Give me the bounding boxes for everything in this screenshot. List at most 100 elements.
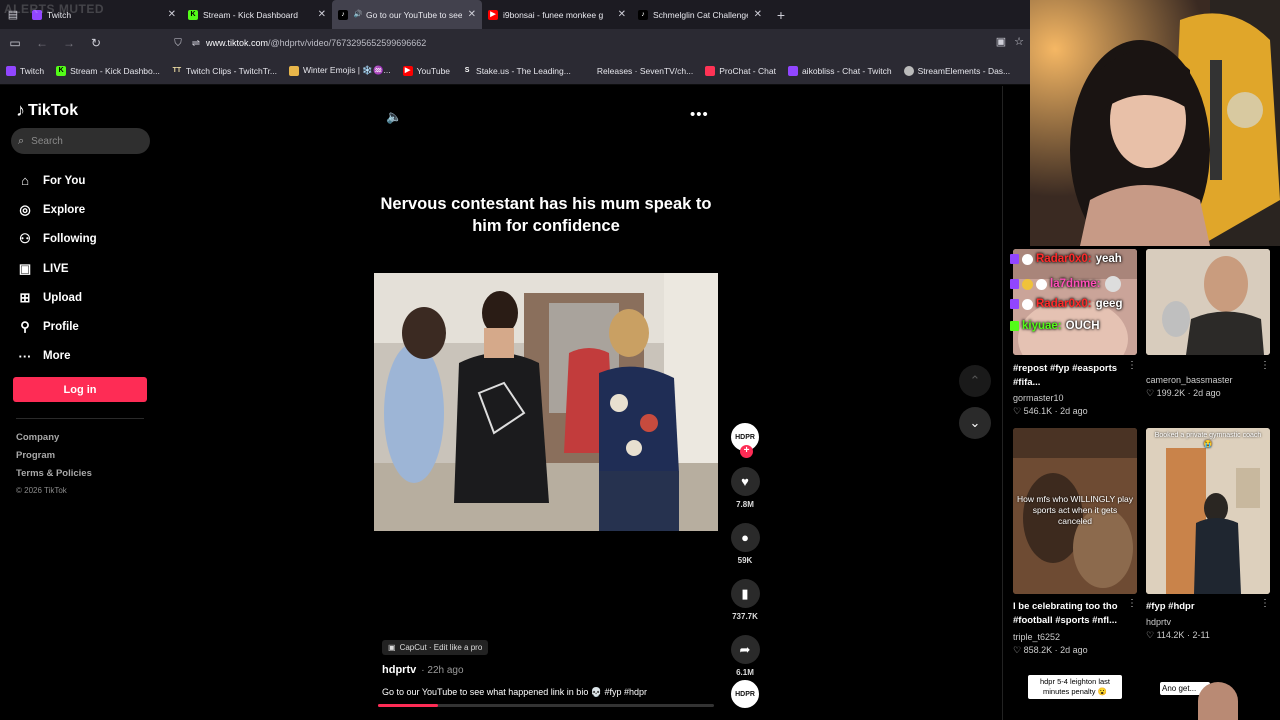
tiktok-logo[interactable]: ♪ TikTok	[16, 100, 78, 121]
webcam-image	[1030, 0, 1280, 246]
rec-video-thumbnail[interactable]: How mfs who WILLINGLY play sports act wh…	[1013, 428, 1137, 594]
more-options-icon[interactable]: ⋮	[1260, 598, 1270, 609]
share-count: 6.1M	[736, 668, 754, 677]
bookmark-label: StreamElements - Das...	[917, 65, 1011, 76]
close-icon[interactable]: ✕	[468, 9, 476, 20]
nav-label: Explore	[43, 203, 86, 216]
bookmark-label: Twitch Clips - TwitchTr...	[185, 65, 278, 76]
more-options-icon[interactable]: ⋮	[1260, 360, 1270, 371]
tab-youtube[interactable]: ▶ i9bonsai - funee monkee g ✕	[482, 0, 632, 29]
avatar-text: HDPR	[735, 690, 755, 698]
share-action[interactable]: ➦ 6.1M	[729, 635, 761, 677]
bookmark-item[interactable]: TT Twitch Clips - TwitchTr...	[172, 66, 277, 76]
bookmark-item[interactable]: StreamElements - Das...	[903, 65, 1011, 76]
rec-thumb-overlay-text[interactable]: hdpr 5-4 leighton last minutes penalty 😮	[1028, 675, 1122, 699]
program-link[interactable]: Program	[16, 450, 92, 468]
bookmark-item[interactable]: Twitch	[6, 65, 44, 76]
nav-upload[interactable]: ⊞ Upload	[16, 283, 97, 312]
back-arrow-icon[interactable]: ←	[30, 31, 54, 55]
search-input[interactable]: ⌕ Search	[11, 128, 150, 154]
next-video-creator-avatar[interactable]: HDPR	[729, 678, 761, 710]
url-bar[interactable]: ⛉ ⇌ www.tiktok.com /@hdprtv/video/767329…	[170, 32, 1028, 54]
reader-view-icon[interactable]: ▣	[996, 35, 1006, 48]
rec-likes: 858.2K	[1023, 645, 1053, 655]
follow-plus-icon[interactable]: +	[740, 445, 753, 458]
footer-links: Company Program Terms & Policies © 2026 …	[16, 432, 92, 504]
heart-outline-icon: ♡	[1146, 630, 1157, 640]
comment-action[interactable]: ● 59K	[729, 523, 761, 565]
close-icon[interactable]: ✕	[754, 9, 762, 20]
nav-explore[interactable]: ◎ Explore	[16, 195, 97, 224]
heart-outline-icon: ♡	[1013, 406, 1024, 416]
rec-video-meta: ♡ 546.1K · 2d ago	[1013, 406, 1088, 416]
nav-profile[interactable]: ⚲ Profile	[16, 312, 97, 341]
bookmark-item[interactable]: Releases · SevenTV/ch...	[583, 66, 693, 76]
bookmark-star-icon[interactable]: ☆	[1014, 35, 1024, 48]
nav-for-you[interactable]: ⌂ For You	[16, 166, 97, 195]
rec-video-title[interactable]: #repost #fyp #easports #fifa...	[1013, 362, 1123, 390]
shield-icon[interactable]: ⛉	[170, 38, 186, 49]
close-icon[interactable]: ✕	[618, 9, 626, 20]
rec-thumb-overlay-text: How mfs who WILLINGLY play sports act wh…	[1017, 494, 1133, 526]
rec-video-author[interactable]: cameron_bassmaster	[1146, 375, 1233, 385]
comment-count: 59K	[737, 556, 753, 565]
bookmark-label: Stake.us - The Leading...	[476, 65, 571, 76]
rec-video-author[interactable]: triple_t6252	[1013, 632, 1060, 642]
rec-video-title[interactable]: #fyp #hdpr	[1146, 600, 1260, 614]
heart-icon[interactable]: ♥	[730, 467, 760, 496]
bookmark-item[interactable]: Winter Emojis | ❄️♒...	[289, 65, 391, 76]
video-progress-bar[interactable]	[378, 704, 714, 707]
rec-video-author[interactable]: gormaster10	[1013, 393, 1064, 403]
nav-more[interactable]: ··· More	[16, 342, 97, 371]
chat-message: kiyuae: OUCH	[1010, 320, 1100, 332]
streamer-webcam	[1030, 0, 1280, 246]
sidebar-divider	[16, 418, 144, 419]
rec-video-author[interactable]: hdprtv	[1146, 617, 1171, 627]
bookmark-item[interactable]: K Stream - Kick Dashbo...	[56, 65, 160, 76]
save-action[interactable]: ▮ 737.7K	[729, 579, 761, 621]
rec-video-thumbnail[interactable]: Booked a private gymnastic coach 😭	[1146, 428, 1270, 594]
login-button[interactable]: Log in	[13, 377, 147, 402]
more-options-icon[interactable]: ⋮	[1127, 360, 1137, 371]
nav-label: For You	[43, 174, 86, 187]
chat-username: kiyuae:	[1022, 320, 1062, 332]
nav-following[interactable]: ⚇ Following	[16, 225, 96, 254]
company-link[interactable]: Company	[16, 432, 92, 450]
author-name[interactable]: hdprtv	[382, 664, 416, 676]
video-description: Go to our YouTube to see what happened l…	[382, 687, 648, 697]
next-video-chevron-down-icon[interactable]: ⌄	[959, 407, 991, 439]
rec-video-thumbnail[interactable]	[1146, 249, 1270, 355]
more-options-icon[interactable]: •••	[690, 106, 709, 123]
forward-arrow-icon[interactable]: →	[57, 31, 81, 55]
volume-icon[interactable]: 🔈	[386, 109, 402, 125]
video-author[interactable]: hdprtv · 22h ago	[382, 664, 464, 676]
bookmark-item[interactable]: aikobliss - Chat - Twitch	[787, 65, 892, 76]
audio-playing-icon[interactable]: 🔊	[353, 10, 363, 20]
bookmark-item[interactable]: S Stake.us - The Leading...	[462, 66, 571, 76]
previous-video-chevron-up-icon[interactable]: ⌃	[959, 365, 991, 397]
like-action[interactable]: ♥ 7.8M	[729, 467, 761, 509]
sidebar-toggle-icon[interactable]: ▭	[3, 31, 27, 55]
tab-tiktok-cat[interactable]: ♪ Schmelglin Cat Challenge: E ✕	[632, 0, 768, 29]
video-player[interactable]	[374, 273, 718, 531]
chat-username: la7dnme:	[1050, 278, 1101, 290]
reload-icon[interactable]: ↻	[84, 31, 108, 55]
more-options-icon[interactable]: ⋮	[1127, 598, 1137, 609]
permissions-icon[interactable]: ⇌	[188, 38, 204, 49]
terms-link[interactable]: Terms & Policies	[16, 468, 92, 486]
capcut-badge[interactable]: ▣ CapCut · Edit like a pro	[382, 640, 489, 655]
creator-avatar[interactable]: HDPR +	[729, 421, 761, 458]
bookmark-item[interactable]: ProChat - Chat	[705, 65, 776, 76]
github-icon	[583, 66, 593, 76]
nav-live[interactable]: ▣ LIVE	[16, 254, 97, 283]
new-tab-button[interactable]: +	[768, 7, 794, 23]
comment-icon[interactable]: ●	[730, 523, 760, 552]
bookmark-icon[interactable]: ▮	[730, 579, 760, 608]
tab-kick[interactable]: K Stream - Kick Dashboard ✕	[182, 0, 332, 29]
close-icon[interactable]: ✕	[168, 9, 176, 20]
close-icon[interactable]: ✕	[318, 9, 326, 20]
bookmark-item[interactable]: ▶ YouTube	[402, 65, 450, 76]
share-arrow-icon[interactable]: ➦	[730, 635, 760, 664]
rec-video-title[interactable]: I be celebrating too tho #football #spor…	[1013, 600, 1127, 628]
tab-tiktok-active[interactable]: ♪ 🔊 Go to our YouTube to see w ✕	[332, 0, 482, 29]
